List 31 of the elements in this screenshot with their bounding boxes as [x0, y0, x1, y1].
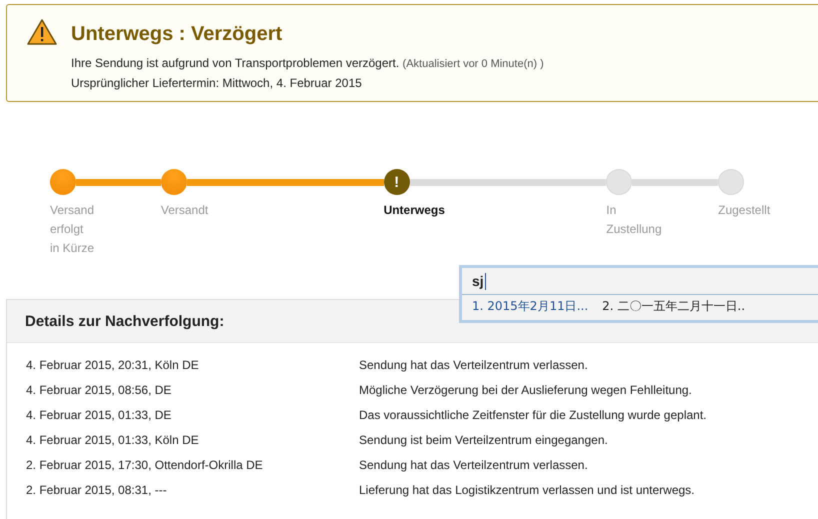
original-delivery-date: Ursprünglicher Liefertermin: Mittwoch, 4. Februar 2015 — [71, 75, 363, 92]
event-time-location: 4. Februar 2015, 01:33, Köln DE — [26, 433, 200, 449]
event-time-location: 2. Februar 2015, 17:30, Ottendorf-Okrilla DE — [26, 458, 264, 474]
step-label: Unterwegs — [384, 202, 445, 219]
step-marker: ! — [384, 169, 410, 195]
event-description: Sendung hat das Verteilzentrum verlassen. — [359, 358, 589, 374]
event-time-location: 4. Februar 2015, 20:31, Köln DE — [26, 358, 200, 374]
event-description: Sendung hat das Verteilzentrum verlassen. — [359, 458, 589, 474]
step-label: Versand erfolgt in Kürze — [50, 202, 94, 257]
step-marker — [606, 169, 632, 195]
updated-note: (Aktualisiert vor 0 Minute(n) ) — [402, 58, 544, 70]
event-time-location: 4. Februar 2015, 01:33, DE — [26, 408, 172, 424]
step-label: In Zustellung — [606, 202, 662, 238]
event-time-location: 4. Februar 2015, 08:56, DE — [26, 383, 172, 399]
event-description: Mögliche Verzögerung bei der Auslieferung wegen Fehlleitung. — [359, 383, 693, 399]
ime-input-field[interactable]: sj — [462, 268, 818, 295]
step-marker — [50, 169, 76, 195]
ime-candidate[interactable]: 2. 二〇一五年二月十一日.. — [602, 298, 746, 315]
warning-icon — [27, 19, 57, 45]
step-label: Zugestellt — [718, 202, 770, 219]
step-marker — [160, 169, 187, 195]
step-marker — [718, 169, 744, 195]
event-description: Sendung ist beim Verteilzentrum eingegangen. — [359, 433, 609, 449]
details-title: Details zur Nachverfolgung: — [25, 312, 224, 330]
ime-candidate[interactable]: 1. 2015年2月11日... — [472, 298, 588, 315]
event-description: Das voraussichtliche Zeitfenster für die Zustellung wurde geplant. — [359, 408, 708, 424]
event-time-location: 2. Februar 2015, 08:31, --- — [26, 483, 168, 499]
event-description: Lieferung hat das Logistikzentrum verlassen und ist unterwegs. — [359, 483, 696, 499]
status-message: Ihre Sendung ist aufgrund von Transportproblemen verzögert. — [71, 56, 400, 70]
status-title: Unterwegs : Verzögert — [71, 23, 284, 46]
step-label: Versandt — [160, 202, 208, 219]
